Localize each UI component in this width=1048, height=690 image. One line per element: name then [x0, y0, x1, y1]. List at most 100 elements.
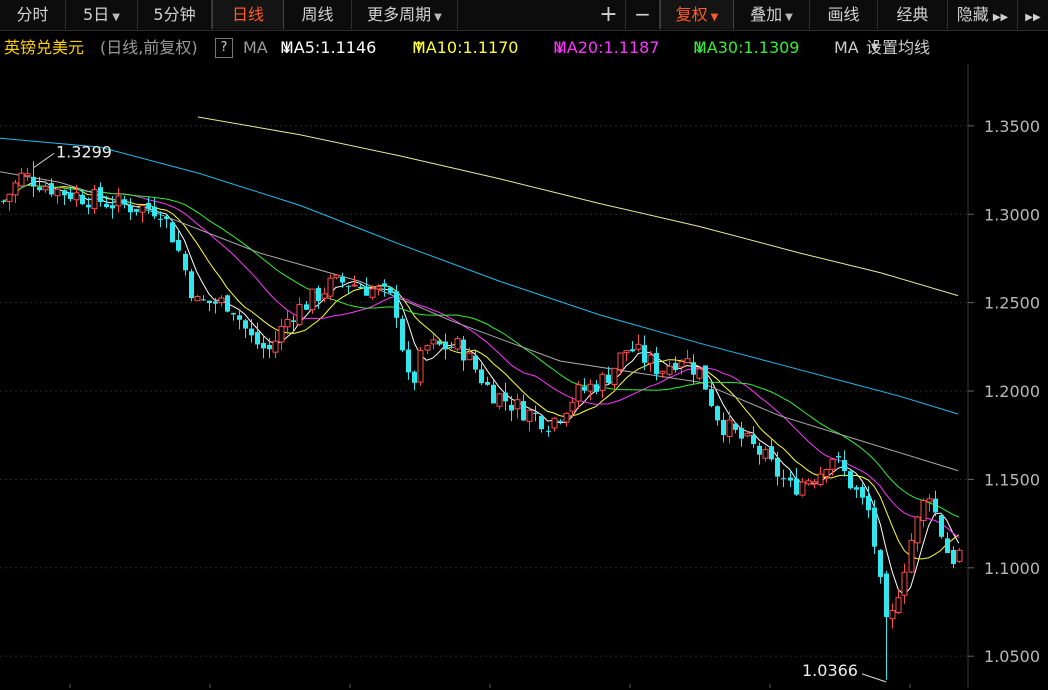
candle-body — [485, 382, 490, 385]
candlestick-chart[interactable]: 1.3500 1.3000 1.2500 1.2000 1.1500 1.1000 1.05… — [0, 0, 1048, 690]
candle-body — [788, 477, 793, 481]
y-tick-label: 1.1000 — [984, 559, 1040, 578]
candle-body — [836, 456, 841, 458]
candle-body — [375, 286, 382, 290]
candle-body — [364, 286, 369, 296]
candle-body — [18, 172, 25, 187]
candle-body — [24, 173, 31, 177]
candle-body — [98, 187, 103, 202]
candle-body — [437, 340, 442, 345]
candle-body — [278, 325, 285, 343]
candle-body — [333, 274, 340, 279]
candle-body — [327, 277, 334, 297]
low-marker-arrow — [861, 673, 887, 683]
candle-body — [128, 205, 133, 213]
candle-body — [351, 284, 358, 287]
candle-body — [417, 349, 424, 383]
candle-body — [207, 300, 212, 304]
candle-body — [521, 401, 526, 421]
candle-body — [176, 239, 181, 251]
candle-body — [170, 222, 175, 243]
candle-body — [811, 481, 818, 484]
candle-body — [62, 190, 67, 196]
candle-body — [514, 399, 521, 410]
candle-body — [491, 384, 496, 404]
candle-body — [104, 203, 109, 208]
candle-body — [733, 423, 738, 430]
candle-body — [630, 349, 635, 352]
candle-body — [509, 404, 514, 411]
candle-body — [673, 362, 678, 371]
candle-body — [642, 345, 647, 363]
candle-body — [866, 495, 871, 511]
candle-body — [575, 384, 582, 402]
candle-body — [599, 373, 606, 391]
candle-body — [945, 538, 950, 554]
candle-body — [606, 374, 611, 383]
candle-body — [424, 345, 431, 351]
candle-body — [466, 352, 473, 361]
candle-body — [895, 597, 902, 614]
candle-body — [860, 487, 865, 498]
candle-body — [715, 406, 720, 421]
candle-body — [454, 338, 461, 350]
candle-body — [430, 339, 437, 345]
candle-body — [194, 295, 201, 302]
candle-body — [762, 449, 769, 459]
candle-body — [189, 271, 194, 299]
candle-body — [751, 434, 756, 445]
candle-body — [91, 189, 98, 210]
candle-body — [400, 318, 405, 351]
candle-body — [382, 283, 387, 287]
candle-body — [889, 609, 896, 620]
candle-body — [799, 481, 806, 496]
y-tick-label: 1.1500 — [984, 470, 1040, 489]
candle-body — [213, 301, 218, 304]
ma250-line — [197, 116, 959, 297]
candle-body — [805, 480, 812, 485]
candle-body — [255, 332, 260, 345]
candle-body — [225, 295, 230, 312]
candle-body — [296, 304, 303, 325]
candle-body — [563, 412, 570, 423]
candle-body — [617, 352, 624, 371]
candle-body — [12, 182, 19, 196]
candle-body — [878, 550, 883, 577]
high-price-label: 1.3299 — [56, 142, 112, 161]
candle-body — [926, 498, 933, 503]
candle-body — [115, 195, 122, 207]
candle-body — [309, 288, 316, 311]
candle-body — [68, 192, 73, 200]
candle-body — [340, 277, 345, 283]
candle-body — [678, 361, 685, 368]
candle-body — [158, 218, 163, 220]
candle-body — [42, 186, 49, 191]
candle-body — [394, 291, 399, 318]
candle-body — [37, 187, 42, 191]
candle-body — [901, 571, 908, 596]
candle-body — [769, 446, 774, 460]
candle-body — [635, 343, 642, 350]
candle-body — [110, 205, 115, 209]
candle-body — [86, 204, 91, 208]
candle-body — [461, 339, 466, 361]
candle-body — [558, 420, 563, 422]
candle-body — [358, 287, 363, 289]
candle-body — [691, 362, 696, 375]
candle-body — [449, 346, 454, 348]
low-price-label: 1.0366 — [802, 661, 858, 680]
candle-body — [666, 365, 673, 375]
candle-body — [304, 304, 309, 310]
candle-body — [267, 344, 272, 350]
candle-body — [914, 516, 921, 544]
candle-body — [369, 288, 376, 298]
candle-body — [533, 412, 538, 414]
candle-body — [139, 205, 146, 213]
candle-body — [164, 217, 169, 220]
candle-body — [757, 445, 762, 455]
candle-body — [623, 350, 630, 354]
candle-body — [503, 392, 508, 402]
candle-body — [781, 478, 786, 480]
candle-body — [31, 176, 36, 187]
candle-body — [388, 287, 393, 293]
